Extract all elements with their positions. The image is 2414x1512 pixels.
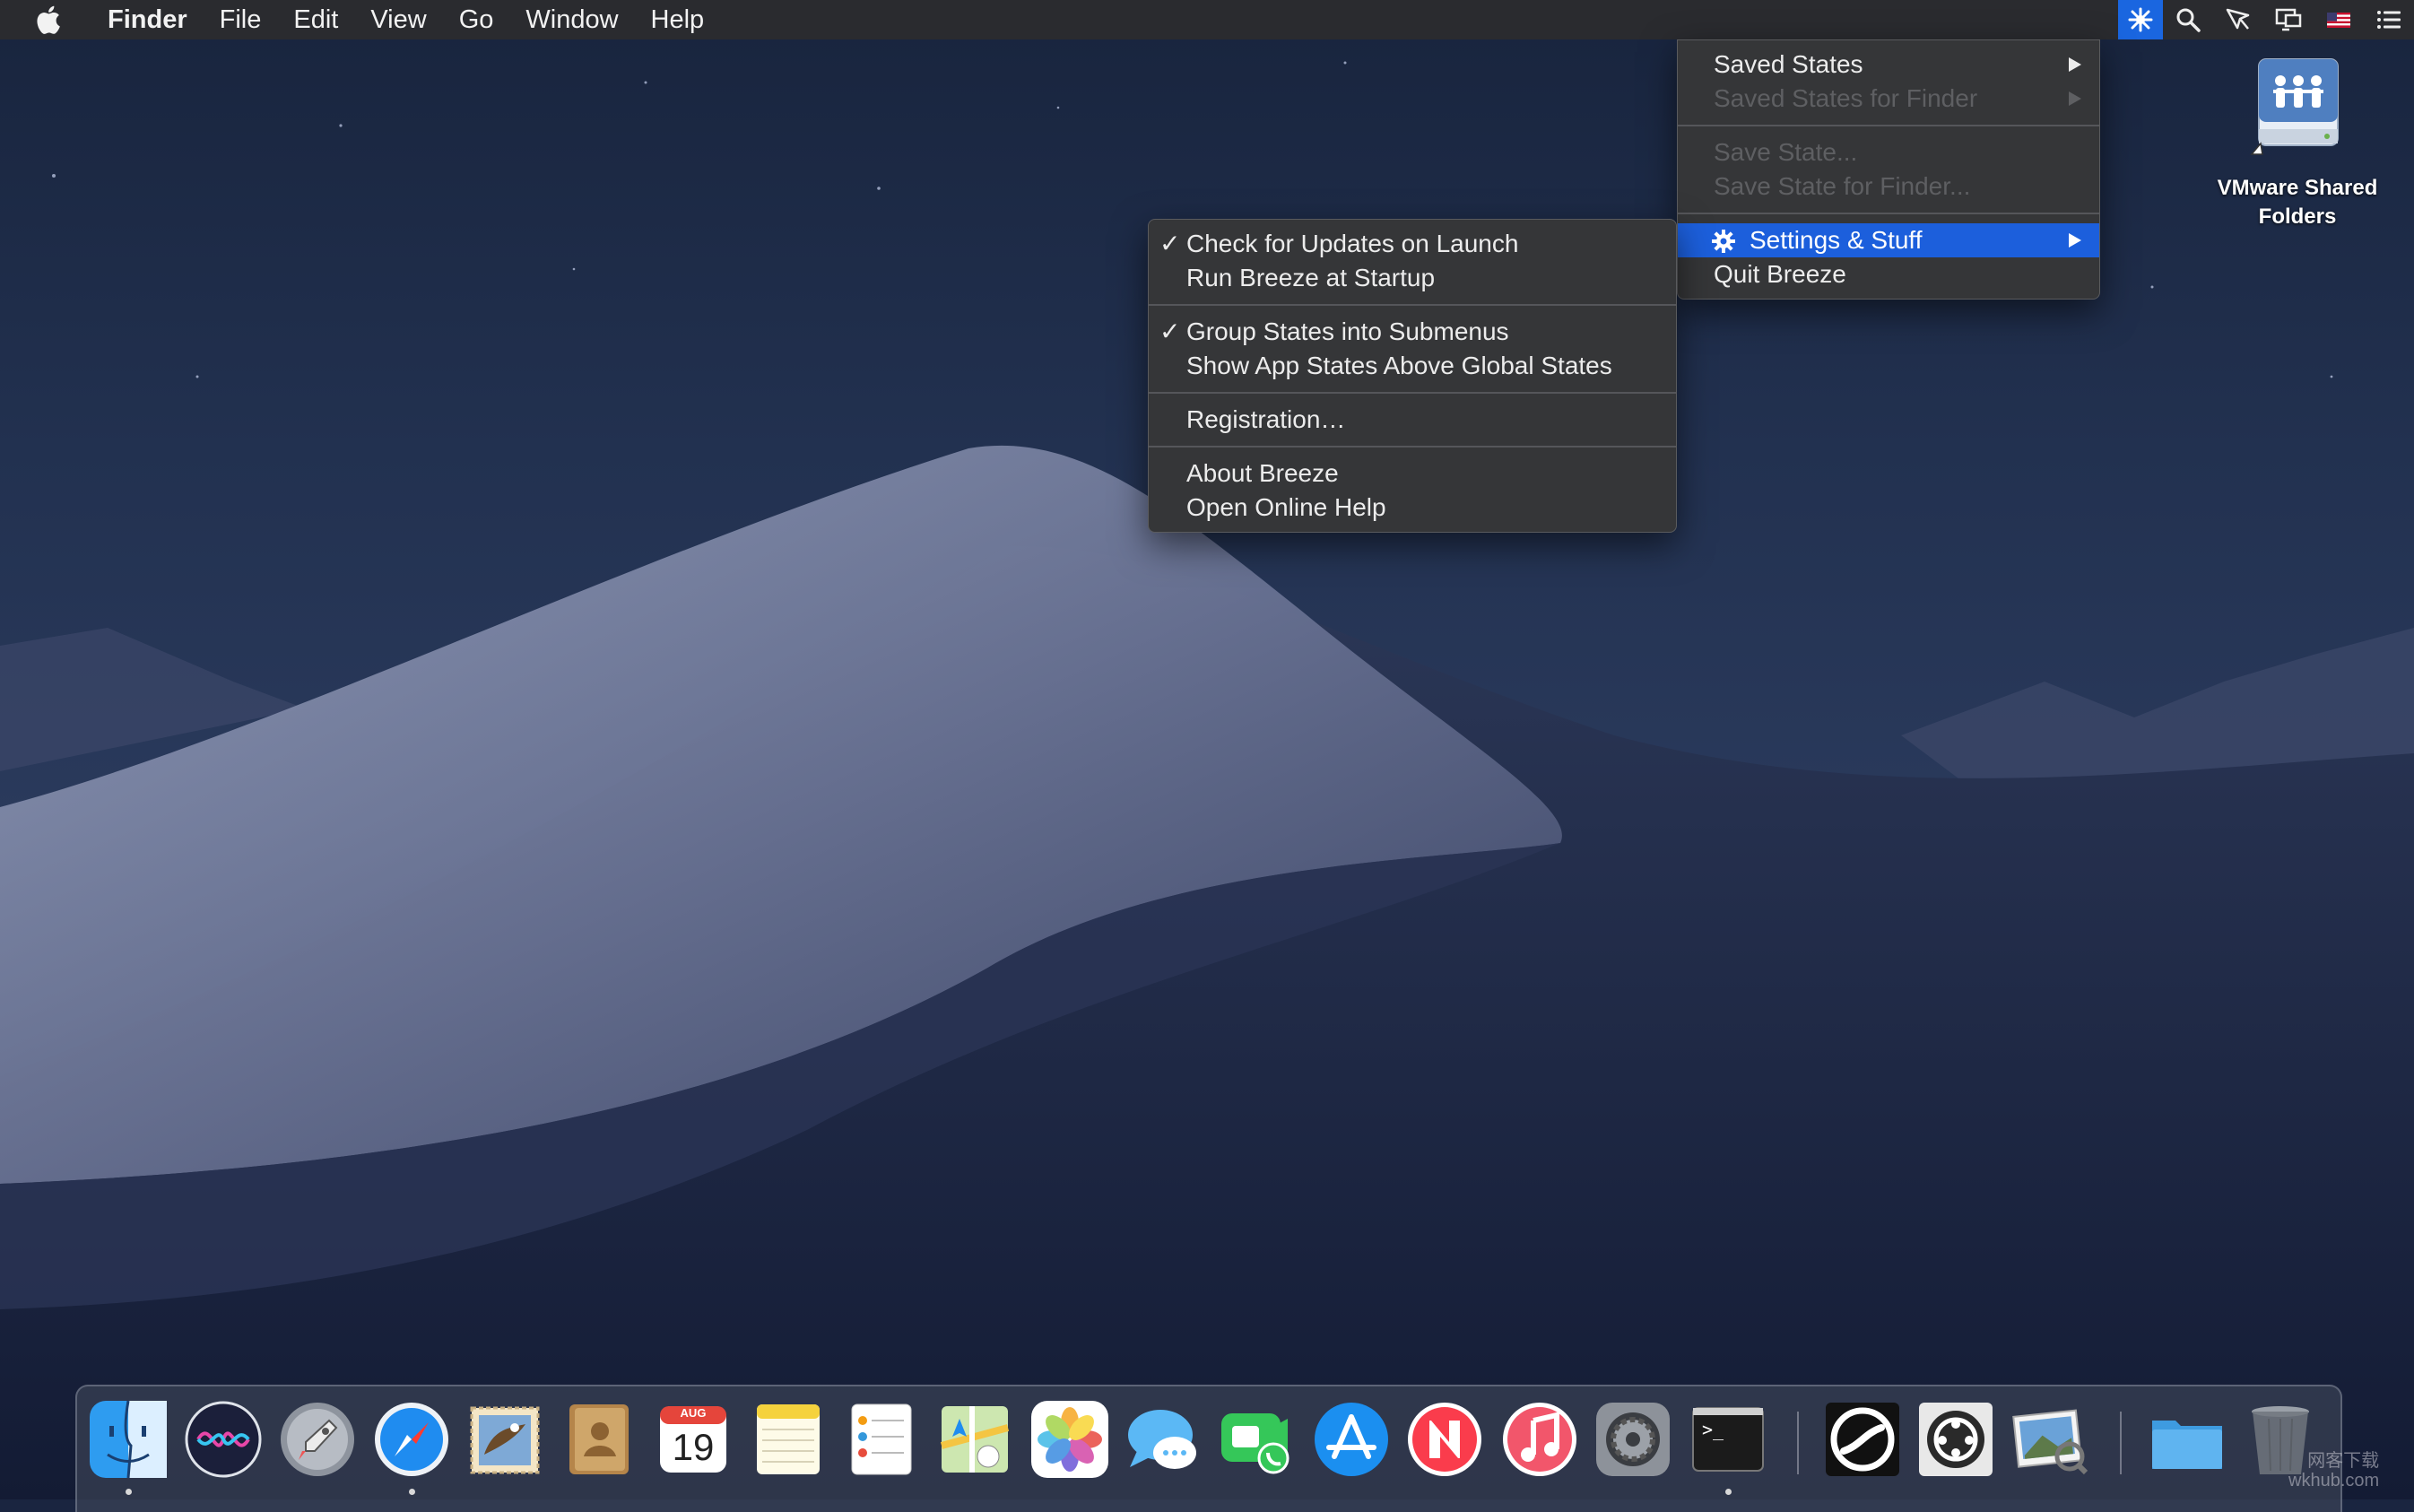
- us-flag-input-icon[interactable]: [2314, 0, 2364, 39]
- dock-maps-icon[interactable]: [936, 1401, 1013, 1478]
- menu-item-online-help[interactable]: Open Online Help: [1149, 491, 1676, 525]
- menu-item-about-breeze[interactable]: About Breeze: [1149, 456, 1676, 491]
- running-indicator: [409, 1489, 415, 1495]
- dock-divider: [2120, 1412, 2122, 1474]
- menu-item-registration[interactable]: Registration…: [1149, 403, 1676, 437]
- menu-separator: [1149, 392, 1676, 394]
- terminal-prompt: >_: [1702, 1419, 1724, 1440]
- network-drive-icon: [2250, 58, 2339, 155]
- breeze-icon[interactable]: [2118, 0, 2163, 39]
- menu-view[interactable]: View: [354, 0, 442, 39]
- menu-go[interactable]: Go: [443, 0, 510, 39]
- dock-terminal-icon[interactable]: >_: [1689, 1401, 1767, 1478]
- menu-item-label: Group States into Submenus: [1186, 317, 1509, 345]
- dock-finder-icon[interactable]: [90, 1400, 167, 1479]
- menu-window[interactable]: Window: [509, 0, 634, 39]
- vmware-shared-folders-icon[interactable]: VMware Shared Folders: [2199, 54, 2396, 231]
- spotlight-search-icon[interactable]: [2163, 0, 2213, 39]
- menu-separator: [1678, 213, 2099, 214]
- dock-safari-icon[interactable]: [373, 1401, 450, 1478]
- dock-app-store-icon[interactable]: [1313, 1401, 1390, 1478]
- calendar-day: 19: [672, 1426, 715, 1468]
- dock-divider: [1797, 1412, 1799, 1474]
- dock-itunes-icon[interactable]: [1501, 1401, 1578, 1478]
- menu-item-save-state-finder: Save State for Finder...: [1678, 169, 2099, 204]
- menu-item-label: Check for Updates on Launch: [1186, 230, 1519, 257]
- dock-messages-icon[interactable]: [1125, 1401, 1202, 1478]
- menu-item-quit-breeze[interactable]: Quit Breeze: [1678, 257, 2099, 291]
- display-mirroring-icon[interactable]: [2263, 0, 2314, 39]
- menu-item-saved-states[interactable]: Saved States: [1678, 48, 2099, 82]
- watermark-line: wkhub.com: [2288, 1471, 2380, 1490]
- dock-breeze-icon[interactable]: [1824, 1401, 1901, 1478]
- menu-bar: Finder File Edit View Go Window Help: [0, 0, 2414, 39]
- label-line: Folders: [2258, 204, 2337, 229]
- dock-facetime-icon[interactable]: [1220, 1401, 1297, 1478]
- menu-file[interactable]: File: [204, 0, 278, 39]
- menu-item-label: Save State...: [1714, 138, 1858, 166]
- cursor-pen-icon[interactable]: [2213, 0, 2263, 39]
- submenu-arrow-icon: [2069, 233, 2081, 248]
- menu-item-settings-stuff[interactable]: Settings & Stuff: [1678, 223, 2099, 257]
- dock-breeze-helper-icon[interactable]: [1917, 1401, 1994, 1478]
- menu-separator: [1149, 304, 1676, 306]
- dock-calendar-icon[interactable]: AUG 19: [655, 1401, 732, 1478]
- dock-system-preferences-icon[interactable]: [1594, 1401, 1672, 1478]
- gear-icon: [1712, 230, 1735, 253]
- menu-item-show-app-states[interactable]: Show App States Above Global States: [1149, 349, 1676, 383]
- submenu-arrow-icon: [2069, 57, 2081, 72]
- menu-app-name[interactable]: Finder: [91, 0, 204, 39]
- menu-item-saved-states-finder: Saved States for Finder: [1678, 82, 2099, 116]
- dock-siri-icon[interactable]: [185, 1401, 262, 1478]
- calendar-month: AUG: [680, 1406, 707, 1420]
- menu-item-label: Settings & Stuff: [1750, 226, 1923, 254]
- desktop-icon-label: VMware Shared Folders: [2199, 174, 2396, 231]
- menu-item-label: Save State for Finder...: [1714, 172, 1971, 200]
- status-area: [2118, 0, 2414, 39]
- menu-item-label: Quit Breeze: [1714, 260, 1846, 288]
- running-indicator: [126, 1489, 132, 1495]
- checkmark-icon: ✓: [1159, 230, 1181, 257]
- menu-item-run-at-startup[interactable]: Run Breeze at Startup: [1149, 261, 1676, 295]
- menu-separator: [1678, 125, 2099, 126]
- dock-news-icon[interactable]: [1406, 1401, 1483, 1478]
- breeze-menu: Saved States Saved States for Finder Sav…: [1677, 39, 2100, 300]
- menu-item-save-state: Save State...: [1678, 135, 2099, 169]
- apple-menu-icon[interactable]: [34, 4, 66, 36]
- dock-notes-icon[interactable]: [750, 1401, 827, 1478]
- menu-item-label: Open Online Help: [1186, 493, 1386, 521]
- menu-item-group-states[interactable]: ✓ Group States into Submenus: [1149, 315, 1676, 349]
- settings-submenu: ✓ Check for Updates on Launch Run Breeze…: [1148, 219, 1677, 533]
- dock-mail-icon[interactable]: [466, 1401, 543, 1478]
- menu-item-label: About Breeze: [1186, 459, 1339, 487]
- menu-item-label: Show App States Above Global States: [1186, 352, 1612, 379]
- checkmark-icon: ✓: [1159, 317, 1181, 345]
- submenu-arrow-icon: [2069, 91, 2081, 106]
- dock-reminders-icon[interactable]: [843, 1401, 920, 1478]
- dock-photos-icon[interactable]: [1031, 1401, 1108, 1478]
- menu-separator: [1149, 446, 1676, 448]
- watermark-line: 网客下载: [2307, 1451, 2380, 1471]
- menu-item-label: Registration…: [1186, 405, 1346, 433]
- running-indicator: [1725, 1489, 1732, 1495]
- dock-downloads-folder-icon[interactable]: [2149, 1401, 2226, 1478]
- watermark-text: 网客下载 wkhub.com: [2288, 1451, 2379, 1490]
- label-line: VMware Shared: [2217, 176, 2378, 200]
- menu-item-label: Run Breeze at Startup: [1186, 264, 1436, 291]
- menu-item-label: Saved States for Finder: [1714, 84, 1978, 112]
- menu-help[interactable]: Help: [635, 0, 721, 39]
- notification-center-icon[interactable]: [2364, 0, 2414, 39]
- dock-contacts-icon[interactable]: [560, 1401, 638, 1478]
- menu-item-label: Saved States: [1714, 50, 1863, 78]
- menu-edit[interactable]: Edit: [277, 0, 354, 39]
- dock-preview-icon[interactable]: [2012, 1401, 2089, 1478]
- dock-launchpad-icon[interactable]: [279, 1401, 356, 1478]
- menu-item-check-updates[interactable]: ✓ Check for Updates on Launch: [1149, 227, 1676, 261]
